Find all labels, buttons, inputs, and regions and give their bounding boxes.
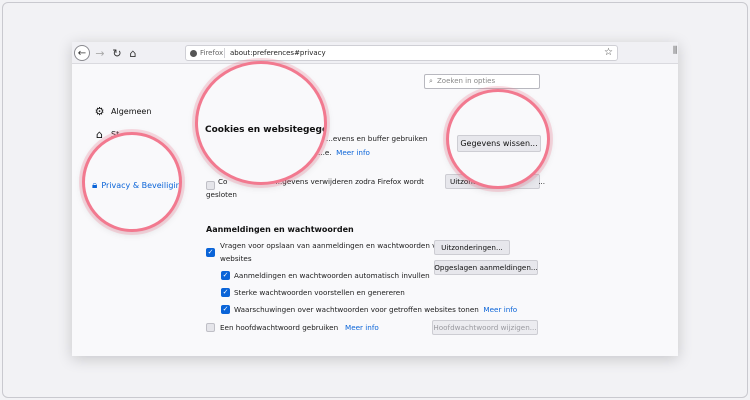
highlight-circle-cookies: Cookies en websitegegevens xyxy=(195,61,327,185)
ask-save-logins-label: Vragen voor opslaan van aanmeldingen en … xyxy=(220,241,449,250)
sidebar-item-general[interactable]: ⚙ Algemeen xyxy=(93,105,152,118)
sidebar-item-label: Privacy & Beveiliging xyxy=(101,181,182,190)
url-bar[interactable]: Firefox about:preferences#privacy ☆ xyxy=(185,45,618,61)
bookmark-star-icon[interactable]: ☆ xyxy=(604,47,613,58)
browser-toolbar: ← → ↻ ⌂ Firefox about:preferences#privac… xyxy=(72,42,678,64)
autofill-checkbox[interactable]: ✓ xyxy=(221,271,230,280)
cookies-more-info-link[interactable]: Meer info xyxy=(336,148,370,157)
highlight-circle-privacy: 🔒︎ Privacy & Beveiliging xyxy=(82,132,182,232)
suggest-strong-label: Sterke wachtwoorden voorstellen en gener… xyxy=(234,288,405,297)
sidebar-item-label: Algemeen xyxy=(111,107,152,116)
home-button[interactable]: ⌂ xyxy=(125,45,141,61)
delete-on-close-label-2: gesloten xyxy=(206,190,237,199)
autofill-label: Aanmeldingen en wachtwoorden automatisch… xyxy=(234,271,430,280)
checkmark-icon: ✓ xyxy=(207,248,214,256)
firefox-logo-icon xyxy=(190,49,197,57)
suggest-strong-checkbox[interactable]: ✓ xyxy=(221,288,230,297)
url-separator xyxy=(224,48,225,58)
ask-save-logins-label-2: websites xyxy=(220,254,252,263)
library-icon[interactable]: ⫼ xyxy=(673,46,677,56)
home-icon: ⌂ xyxy=(129,46,137,60)
breach-alerts-label: Waarschuwingen over wachtwoorden voor ge… xyxy=(234,305,518,314)
lock-icon: 🔒︎ xyxy=(92,180,98,191)
reload-icon: ↻ xyxy=(112,46,122,60)
cookies-usage-text-2: ...e. Meer info xyxy=(318,148,370,157)
saved-logins-button[interactable]: Opgeslagen aanmeldingen... xyxy=(434,260,538,275)
logins-section-title: Aanmeldingen en wachtwoorden xyxy=(206,225,354,234)
login-exceptions-button[interactable]: Uitzonderingen... xyxy=(434,240,510,255)
preferences-search-input[interactable]: ⌕ Zoeken in opties xyxy=(424,74,540,89)
checkmark-icon: ✓ xyxy=(222,271,229,279)
master-password-checkbox[interactable] xyxy=(206,323,215,332)
breach-alerts-checkbox[interactable]: ✓ xyxy=(221,305,230,314)
search-icon: ⌕ xyxy=(429,77,433,85)
identity-label: Firefox xyxy=(200,49,224,57)
arrow-right-icon: → xyxy=(95,46,105,60)
site-identity[interactable]: Firefox xyxy=(190,49,223,57)
gear-icon: ⚙ xyxy=(94,105,105,118)
cookies-usage-text: ...evens en buffer gebruiken xyxy=(326,134,428,143)
ask-save-logins-checkbox[interactable]: ✓ xyxy=(206,248,215,257)
clear-data-button[interactable]: Gegevens wissen... xyxy=(457,135,541,152)
change-master-password-button: Hoofdwachtwoord wijzigen... xyxy=(432,320,538,335)
forward-button[interactable]: → xyxy=(92,45,108,61)
url-text[interactable]: about:preferences#privacy xyxy=(230,49,326,57)
highlight-circle-clear-data: Gegevens wissen... xyxy=(446,89,550,189)
master-more-info-link[interactable]: Meer info xyxy=(345,323,379,332)
reload-button[interactable]: ↻ xyxy=(109,45,125,61)
breach-more-info-link[interactable]: Meer info xyxy=(483,305,517,314)
checkmark-icon: ✓ xyxy=(222,305,229,313)
back-button[interactable]: ← xyxy=(74,45,90,61)
checkmark-icon: ✓ xyxy=(222,288,229,296)
sidebar-item-privacy[interactable]: 🔒︎ Privacy & Beveiliging xyxy=(92,180,182,191)
master-password-label: Een hoofdwachtwoord gebruiken Meer info xyxy=(220,323,379,332)
cookies-section-title: Cookies en websitegegevens xyxy=(205,125,327,135)
search-placeholder: Zoeken in opties xyxy=(437,77,496,85)
arrow-left-icon: ← xyxy=(77,47,87,59)
